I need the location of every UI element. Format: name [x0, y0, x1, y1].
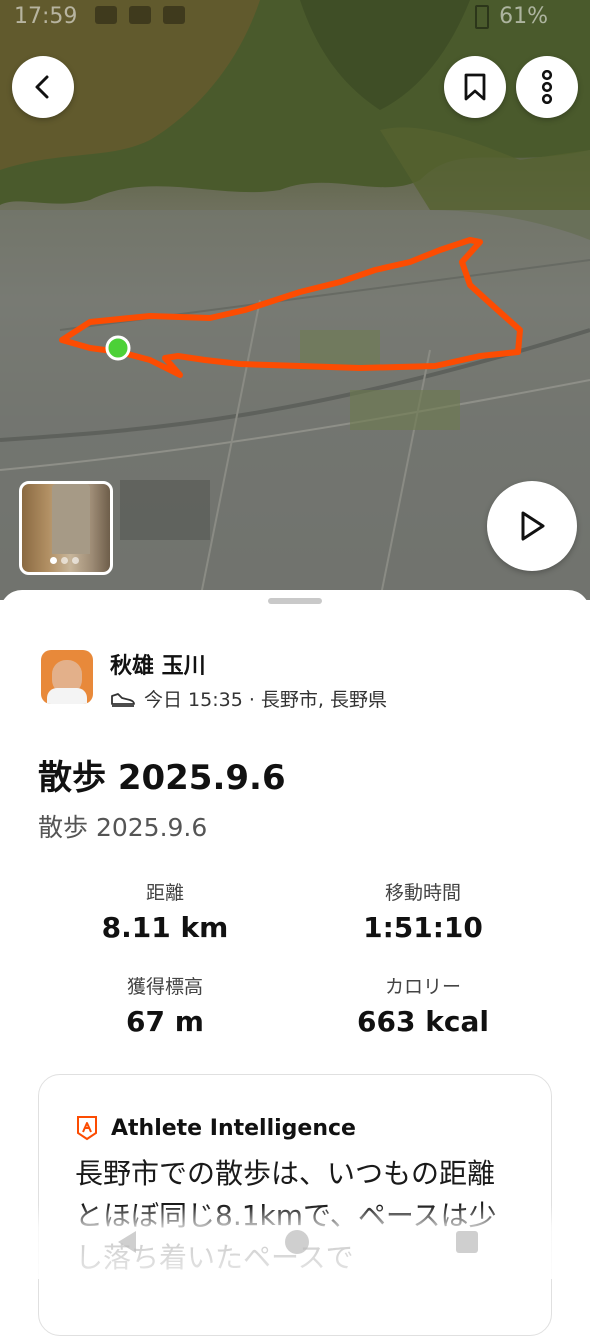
- stat-label: カロリー: [384, 976, 461, 998]
- battery-icon: [475, 4, 490, 29]
- notification-icons: [95, 6, 185, 24]
- stat-moving-time: 移動時間 1:51:10: [313, 878, 533, 944]
- system-icons: 61%: [475, 4, 548, 29]
- bookmark-icon: [464, 73, 486, 101]
- nav-recents-icon[interactable]: [450, 1227, 484, 1257]
- video-app-icon: [129, 6, 151, 24]
- notification-icon: [95, 6, 117, 24]
- nav-back-icon[interactable]: [110, 1227, 144, 1257]
- back-button[interactable]: [12, 56, 74, 118]
- status-time: 17:59: [14, 4, 78, 29]
- more-options-button[interactable]: [516, 56, 578, 118]
- chevron-left-icon: [35, 75, 49, 99]
- stat-value: 8.11 km: [101, 911, 229, 944]
- stat-elevation-gain: 獲得標高 67 m: [55, 972, 275, 1038]
- athlete-intelligence-title: Athlete Intelligence: [111, 1115, 356, 1141]
- athlete-name[interactable]: 秋雄 玉川: [110, 648, 206, 680]
- play-icon: [521, 511, 545, 541]
- activity-detail-sheet[interactable]: 秋雄 玉川 今日 15:35 · 長野市, 長野県 散歩 2025.9.6 散歩…: [0, 590, 590, 1336]
- stat-label: 獲得標高: [126, 976, 203, 998]
- battery-level: 61%: [499, 4, 548, 29]
- stat-value: 663 kcal: [357, 1005, 489, 1038]
- activity-meta: 今日 15:35 · 長野市, 長野県: [110, 685, 387, 712]
- play-flyover-button[interactable]: [487, 481, 577, 571]
- stat-distance: 距離 8.11 km: [55, 878, 275, 944]
- pager-dot: [72, 557, 79, 564]
- video-app-icon: [163, 6, 185, 24]
- stat-label: 距離: [145, 882, 184, 904]
- sheet-drag-handle[interactable]: [268, 598, 322, 604]
- stat-value: 1:51:10: [363, 911, 483, 944]
- shoe-icon: [111, 692, 135, 707]
- activity-photo-thumbnail[interactable]: [19, 481, 113, 575]
- photo-pager: [50, 557, 79, 564]
- nav-home-icon[interactable]: [280, 1227, 314, 1257]
- activity-meta-text: 今日 15:35 · 長野市, 長野県: [144, 689, 387, 711]
- avatar[interactable]: [41, 650, 93, 704]
- stat-label: 移動時間: [384, 882, 461, 904]
- stat-calories: カロリー 663 kcal: [313, 972, 533, 1038]
- pager-dot: [50, 557, 57, 564]
- athlete-intelligence-header: Athlete Intelligence: [75, 1115, 356, 1141]
- status-bar: 17:59 61%: [0, 0, 590, 36]
- start-marker: [105, 335, 131, 361]
- bookmark-button[interactable]: [444, 56, 506, 118]
- more-vertical-icon: [541, 70, 553, 104]
- system-navigation-bar: [0, 1205, 590, 1279]
- photo-content: [52, 484, 90, 554]
- pager-dot: [61, 557, 68, 564]
- stat-value: 67 m: [126, 1005, 204, 1038]
- avatar-shirt: [47, 688, 87, 704]
- athlete-intelligence-icon: [77, 1116, 97, 1141]
- activity-title: 散歩 2025.9.6: [38, 758, 286, 798]
- activity-description: 散歩 2025.9.6: [38, 813, 208, 842]
